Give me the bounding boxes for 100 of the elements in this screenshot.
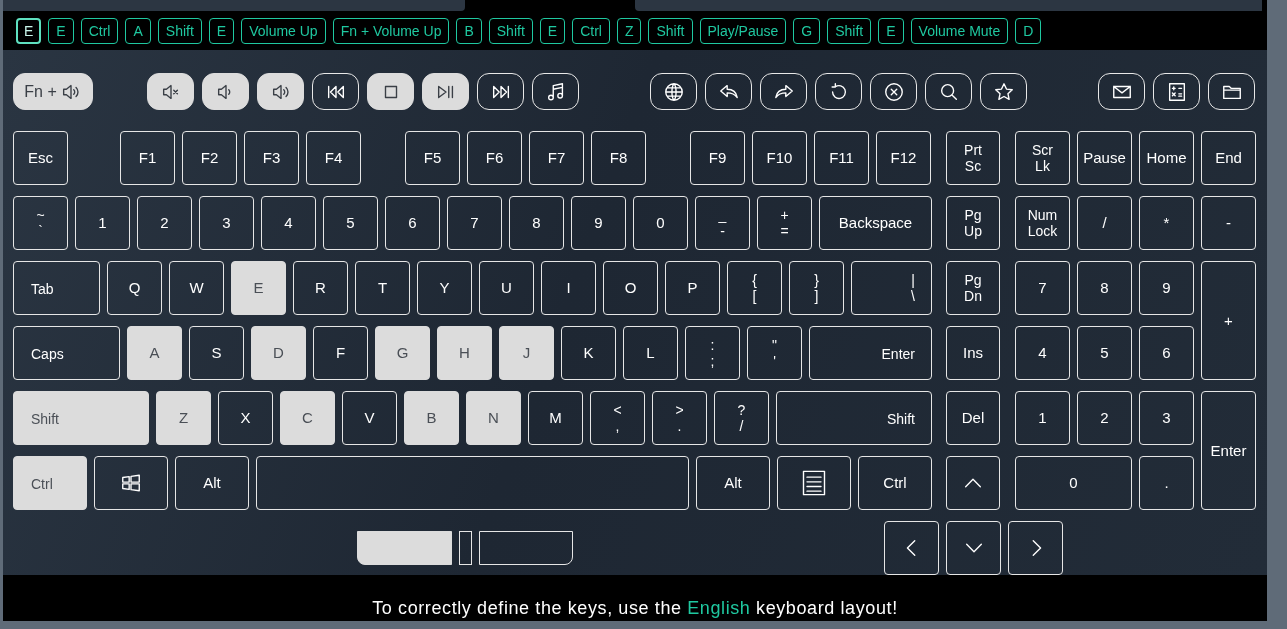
keyboard-key: C (280, 391, 335, 445)
keyboard-key: U (479, 261, 534, 315)
keyboard-key: 5 (1077, 326, 1132, 380)
keyboard-key: Pg Up (946, 196, 1000, 250)
keyboard-key: 1 (75, 196, 130, 250)
keyboard-key: Backspace (819, 196, 932, 250)
keyboard-key: F7 (529, 131, 584, 185)
key-history-chip: Volume Up (241, 18, 326, 44)
keyboard-key: Home (1139, 131, 1194, 185)
keyboard-key: X (218, 391, 273, 445)
keyboard-key: | \ (851, 261, 932, 315)
keyboard-key: A (127, 326, 182, 380)
keyboard-key: 0 (1015, 456, 1132, 510)
keyboard-key: Pg Dn (946, 261, 1000, 315)
key-history-chip: E (48, 18, 74, 44)
keyboard-key: 2 (1077, 391, 1132, 445)
keyboard-key: Alt (175, 456, 249, 510)
keyboard-key: Ctrl (13, 456, 87, 510)
keyboard-key: E (231, 261, 286, 315)
keyboard-key: 7 (447, 196, 502, 250)
keyboard-key: 8 (1077, 261, 1132, 315)
keyboard-key: _ - (695, 196, 750, 250)
keyboard-key: Scr Lk (1015, 131, 1070, 185)
key-history-chip: Volume Mute (910, 18, 1009, 44)
keyboard-key: " ' (747, 326, 802, 380)
keyboard-key: I (541, 261, 596, 315)
keyboard-key: 8 (509, 196, 564, 250)
keyboard-key: F9 (690, 131, 745, 185)
keyboard-key: 4 (261, 196, 316, 250)
keyboard-key: ? / (714, 391, 769, 445)
keyboard-key: W (169, 261, 224, 315)
keyboard-key: Esc (13, 131, 68, 185)
keyboard-key: 5 (323, 196, 378, 250)
key-history-chip: G (793, 18, 821, 44)
keyboard-key: Prt Sc (946, 131, 1000, 185)
key-history-chip: D (1015, 18, 1042, 44)
keyboard-key: F3 (244, 131, 299, 185)
keyboard-key: 6 (385, 196, 440, 250)
key-history-chip: Play/Pause (699, 18, 787, 44)
keyboard-key: Alt (696, 456, 770, 510)
keyboard-key: N (466, 391, 521, 445)
key-history-chip: Shift (648, 18, 693, 44)
keyboard-key: F4 (306, 131, 361, 185)
keyboard-key: L (623, 326, 678, 380)
keyboard-key: V (342, 391, 397, 445)
key-history-chip: Fn + Volume Up (332, 18, 450, 44)
keyboard-key: Ctrl (858, 456, 932, 510)
key-history-chip: Ctrl (572, 18, 610, 44)
key-history-chip: Z (616, 18, 642, 44)
keyboard-key: Enter (809, 326, 932, 380)
keyboard-key: Pause (1077, 131, 1132, 185)
keyboard-key: : ; (685, 326, 740, 380)
keyboard-key: > . (652, 391, 707, 445)
keyboard-key: ~ ` (13, 196, 68, 250)
keyboard-key: G (375, 326, 430, 380)
keyboard-key: F (313, 326, 368, 380)
keyboard-key: * (1139, 196, 1194, 250)
key-history-chip: Shift (827, 18, 872, 44)
keyboard-key: T (355, 261, 410, 315)
keyboard-key: F10 (752, 131, 807, 185)
key-history-chip: E (16, 18, 42, 44)
keyboard-key: End (1201, 131, 1256, 185)
keyboard-key: Ins (946, 326, 1000, 380)
keyboard-key: R (293, 261, 348, 315)
keyboard-key: F5 (405, 131, 460, 185)
keyboard-key: P (665, 261, 720, 315)
keyboard-key: Z (156, 391, 211, 445)
key-history-chip: Shift (157, 18, 202, 44)
keyboard-key: 3 (199, 196, 254, 250)
keyboard-key: Shift (776, 391, 932, 445)
keyboard-key: Q (107, 261, 162, 315)
keyboard-key: Del (946, 391, 1000, 445)
keyboard-key: 0 (633, 196, 688, 250)
keyboard-key: S (189, 326, 244, 380)
keyboard-key: 3 (1139, 391, 1194, 445)
key-history-chip: E (539, 18, 566, 44)
keyboard-key: - (1201, 196, 1256, 250)
keyboard-key: D (251, 326, 306, 380)
keyboard-key: K (561, 326, 616, 380)
keyboard-key: Num Lock (1015, 196, 1070, 250)
keyboard-key: } ] (789, 261, 844, 315)
keyboard-key: F6 (467, 131, 522, 185)
keyboard-key: 2 (137, 196, 192, 250)
menu-icon (800, 469, 828, 497)
keyboard-key: Y (417, 261, 472, 315)
keyboard-key: Enter (1201, 391, 1256, 510)
keyboard-key: Tab (13, 261, 100, 315)
keyboard-key: 7 (1015, 261, 1070, 315)
keyboard-key: F1 (120, 131, 175, 185)
keyboard-key: 9 (1139, 261, 1194, 315)
keyboard-key: H (437, 326, 492, 380)
key-history-chip: Shift (488, 18, 533, 44)
keyboard-key: F8 (591, 131, 646, 185)
key-history-chip: Ctrl (80, 18, 119, 44)
keyboard-key: F12 (876, 131, 931, 185)
keyboard-key: Shift (13, 391, 149, 445)
keyboard-key: Caps (13, 326, 120, 380)
key-history-chip: B (456, 18, 482, 44)
keyboard-key: + = (757, 196, 812, 250)
keyboard-key: / (1077, 196, 1132, 250)
